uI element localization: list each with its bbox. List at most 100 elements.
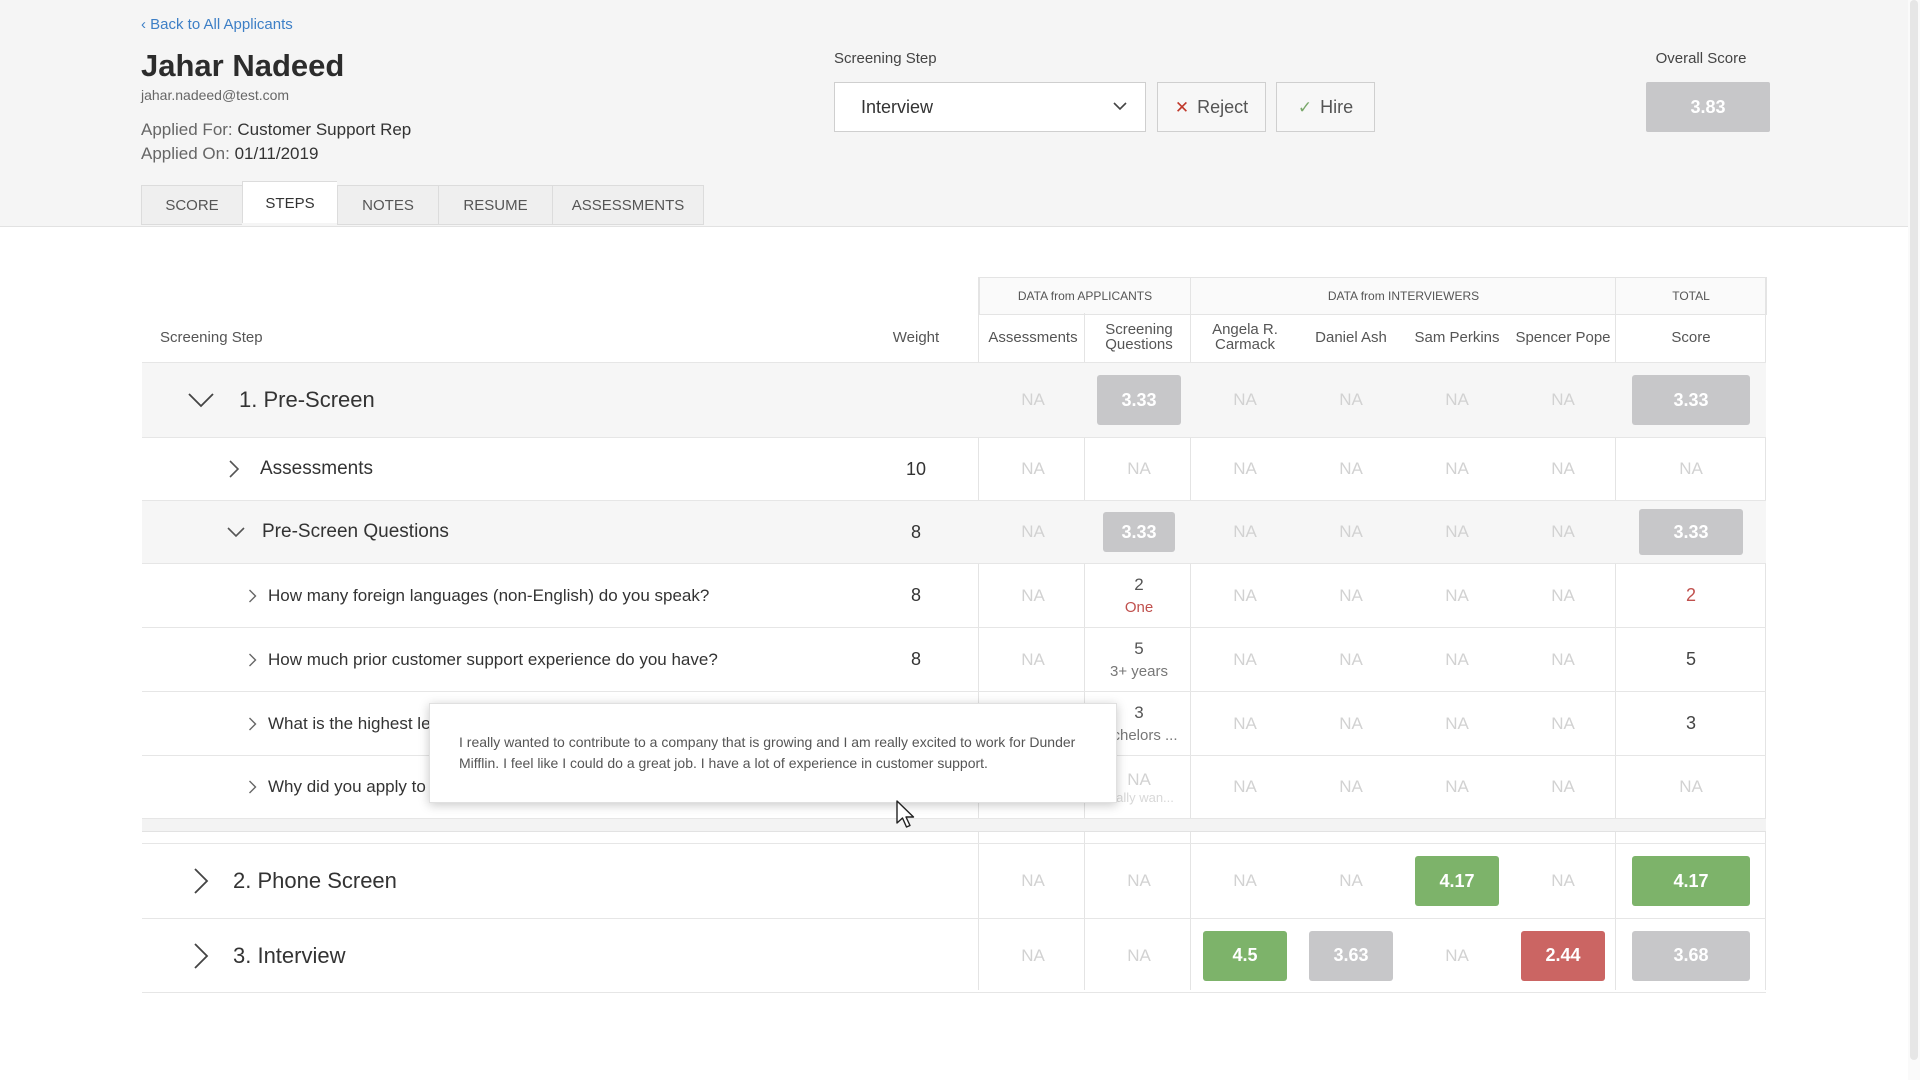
col-header-score: Score bbox=[1671, 328, 1711, 346]
chevron-right-icon[interactable] bbox=[248, 779, 257, 795]
chevron-right-icon[interactable] bbox=[248, 652, 257, 668]
screening-step-label: Screening Step bbox=[834, 50, 937, 67]
chevron-right-icon[interactable] bbox=[228, 459, 240, 479]
na-value: NA bbox=[1233, 649, 1257, 669]
chevron-right-icon[interactable] bbox=[193, 867, 209, 895]
group-header-interviewers: DATA from INTERVIEWERS bbox=[1190, 277, 1616, 315]
hire-button[interactable]: ✓ Hire bbox=[1276, 82, 1375, 132]
chevron-right-icon[interactable] bbox=[248, 716, 257, 732]
na-value: NA bbox=[1551, 871, 1575, 890]
group-header-total: TOTAL bbox=[1615, 277, 1767, 315]
col-header-step: Screening Step bbox=[160, 328, 263, 346]
na-value: NA bbox=[1551, 649, 1575, 669]
na-value: NA bbox=[1021, 522, 1045, 541]
col-header-spencer: Spencer Pope bbox=[1515, 328, 1611, 346]
na-value: NA bbox=[1445, 649, 1469, 669]
na-value: NA bbox=[1445, 585, 1469, 605]
na-value: NA bbox=[1127, 945, 1151, 965]
scrollbar-thumb[interactable] bbox=[1910, 0, 1918, 1060]
na-value: NA bbox=[1445, 390, 1469, 409]
step-row-interview[interactable]: 3. Interview NA NA 4.5 3.63 NA 2.44 3.68 bbox=[142, 918, 1766, 993]
na-value: NA bbox=[1021, 945, 1045, 965]
na-value: NA bbox=[1339, 777, 1363, 796]
close-icon: ✕ bbox=[1174, 98, 1190, 117]
chevron-down-icon[interactable] bbox=[187, 392, 215, 408]
score-badge: 4.17 bbox=[1415, 856, 1499, 906]
na-value: NA bbox=[1551, 713, 1575, 733]
step-label: 2. Phone Screen bbox=[233, 868, 397, 893]
reject-label: Reject bbox=[1197, 97, 1249, 117]
step-row-phone-screen[interactable]: 2. Phone Screen NA NA NA NA 4.17 NA 4.17 bbox=[142, 843, 1766, 918]
screening-step-select[interactable]: Interview bbox=[834, 82, 1146, 132]
na-value: NA bbox=[1679, 459, 1703, 478]
score-badge: 3.33 bbox=[1103, 512, 1175, 552]
na-value: NA bbox=[1339, 713, 1363, 733]
question-row[interactable]: How many foreign languages (non-English)… bbox=[142, 563, 1766, 627]
na-value: NA bbox=[1551, 777, 1575, 796]
applied-for-value: Customer Support Rep bbox=[237, 120, 412, 139]
substep-row-assessments[interactable]: Assessments 10 NA NA NA NA NA NA NA bbox=[142, 437, 1766, 500]
score-badge: 4.5 bbox=[1203, 930, 1287, 981]
na-value: NA bbox=[1233, 390, 1257, 409]
na-value: NA bbox=[1339, 585, 1363, 605]
na-value: NA bbox=[1127, 769, 1151, 789]
applicant-name: Jahar Nadeed bbox=[141, 48, 345, 83]
substep-label: Pre-Screen Questions bbox=[262, 521, 449, 542]
question-label: How much prior customer support experien… bbox=[268, 649, 718, 669]
applied-on-label: Applied On: bbox=[141, 144, 230, 163]
col-header-daniel: Daniel Ash bbox=[1315, 328, 1387, 346]
substep-row-prescreen-questions[interactable]: Pre-Screen Questions 8 NA 3.33 NA NA NA … bbox=[142, 500, 1766, 563]
reject-button[interactable]: ✕ Reject bbox=[1157, 82, 1266, 132]
col-header-weight: Weight bbox=[892, 328, 940, 346]
total-score-badge: 3.68 bbox=[1632, 930, 1750, 981]
chevron-down-icon[interactable] bbox=[226, 526, 246, 538]
na-value: NA bbox=[1445, 522, 1469, 541]
hire-label: Hire bbox=[1320, 97, 1354, 117]
na-value: NA bbox=[1233, 585, 1257, 605]
na-value: NA bbox=[1445, 713, 1469, 733]
chevron-right-icon[interactable] bbox=[193, 942, 209, 970]
step-row-prescreen[interactable]: 1. Pre-Screen NA 3.33 NA NA NA NA 3.33 bbox=[142, 362, 1766, 437]
substep-label: Assessments bbox=[260, 458, 373, 479]
section-separator bbox=[142, 819, 1766, 832]
applied-for-label: Applied For: bbox=[141, 120, 233, 139]
na-value: NA bbox=[1021, 459, 1045, 478]
chevron-down-icon bbox=[1113, 102, 1127, 111]
tab-notes[interactable]: NOTES bbox=[337, 185, 438, 225]
weight-value: 8 bbox=[910, 521, 921, 542]
tab-steps[interactable]: STEPS bbox=[242, 181, 337, 223]
question-label: What is the highest le bbox=[268, 713, 431, 733]
na-value: NA bbox=[1551, 585, 1575, 605]
answer-score: 5 bbox=[1134, 639, 1144, 658]
page-scrollbar[interactable] bbox=[1908, 0, 1920, 1080]
back-link-label: Back to All Applicants bbox=[150, 16, 293, 33]
chevron-right-icon[interactable] bbox=[248, 588, 257, 604]
na-value: NA bbox=[1445, 459, 1469, 478]
total-score-badge: 3.33 bbox=[1639, 509, 1743, 555]
na-value: NA bbox=[1233, 713, 1257, 733]
applicant-email: jahar.nadeed@test.com bbox=[141, 87, 290, 103]
na-value: NA bbox=[1445, 945, 1469, 965]
screening-step-value: Interview bbox=[861, 97, 934, 117]
na-value: NA bbox=[1233, 777, 1257, 796]
tab-resume[interactable]: RESUME bbox=[438, 185, 552, 225]
answer-tooltip: I really wanted to contribute to a compa… bbox=[429, 703, 1117, 803]
na-value: NA bbox=[1127, 459, 1151, 478]
na-value: NA bbox=[1339, 390, 1363, 409]
step-label: 3. Interview bbox=[233, 942, 346, 968]
na-value: NA bbox=[1021, 585, 1045, 605]
answer-text: chelors ... bbox=[1112, 727, 1178, 744]
tab-score[interactable]: SCORE bbox=[141, 185, 242, 225]
back-to-applicants-link[interactable]: ‹ Back to All Applicants bbox=[141, 16, 293, 33]
na-value: NA bbox=[1339, 649, 1363, 669]
weight-value: 10 bbox=[905, 458, 927, 479]
tab-assessments[interactable]: ASSESSMENTS bbox=[552, 185, 704, 225]
chevron-left-icon: ‹ bbox=[141, 16, 146, 33]
col-header-screening-questions: Screening Questions bbox=[1105, 321, 1173, 353]
question-label: How many foreign languages (non-English)… bbox=[268, 585, 710, 605]
na-value: NA bbox=[1021, 871, 1045, 890]
check-icon: ✓ bbox=[1297, 98, 1313, 117]
question-row[interactable]: How much prior customer support experien… bbox=[142, 627, 1766, 691]
na-value: NA bbox=[1233, 871, 1257, 890]
applied-on: Applied On: 01/11/2019 bbox=[141, 144, 318, 164]
